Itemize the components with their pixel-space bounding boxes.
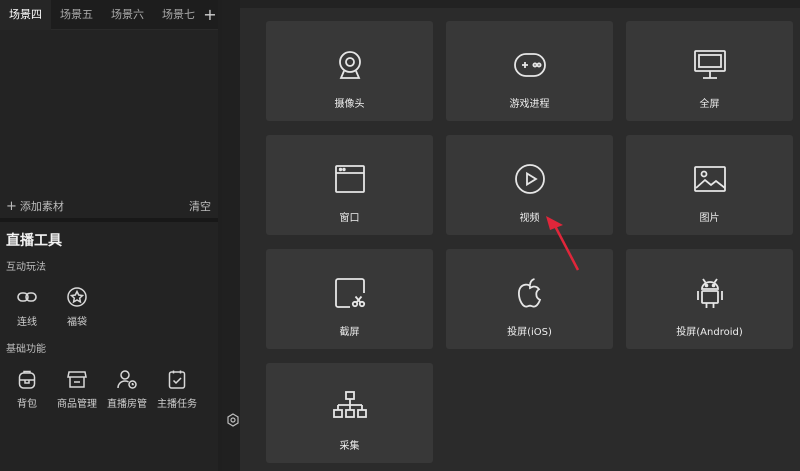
source-label: 截屏 [339,327,360,338]
tab-scene-6[interactable]: 场景六 [102,0,153,30]
task-icon [165,367,189,391]
android-icon [690,273,730,313]
tool-product-management[interactable]: 商品管理 [52,367,102,410]
plus-icon: + [6,198,17,214]
top-bar [240,0,800,8]
source-label: 图片 [699,213,720,224]
source-card-capture[interactable]: 采集 [266,363,433,463]
link-icon [15,285,39,309]
tab-scene-4[interactable]: 场景四 [0,0,51,30]
left-panel: 场景四 场景五 场景六 场景七 + + 添加素材 清空 直播工具 互动玩法 连线 [0,0,218,471]
scene-tabs: 场景四 场景五 场景六 场景七 + [0,0,218,30]
add-scene-button[interactable]: + [202,5,218,24]
store-icon [65,367,89,391]
source-card-cast-android[interactable]: 投屏(Android) [626,249,793,349]
scene-footer: + 添加素材 清空 [0,195,218,217]
hexagon-settings-icon[interactable] [226,413,240,427]
add-material-label: 添加素材 [19,200,64,213]
source-card-window[interactable]: 窗口 [266,135,433,235]
source-label: 采集 [339,441,360,452]
live-tools-title: 直播工具 [6,233,62,249]
tool-anchor-task[interactable]: 主播任务 [152,367,202,410]
scene-material-area [0,30,218,194]
window-icon [330,159,370,199]
tool-backpack[interactable]: 背包 [2,367,52,410]
source-label: 投屏(iOS) [507,327,552,338]
basic-section-label: 基础功能 [6,344,46,355]
crop-icon [330,273,370,313]
tab-scene-7[interactable]: 场景七 [153,0,204,30]
source-label: 视频 [519,213,540,224]
source-label: 窗口 [339,213,360,224]
star-bag-icon [65,285,89,309]
source-card-game[interactable]: 游戏进程 [446,21,613,121]
source-label: 游戏进程 [509,99,550,110]
panel-collapse-strip [222,0,240,471]
source-card-screenshot[interactable]: 截屏 [266,249,433,349]
source-label: 全屏 [699,99,720,110]
live-tools-panel: 直播工具 互动玩法 连线 福袋 基础功能 背包 商品管理 直播房管 主播任务 [0,222,218,471]
play-icon [510,159,550,199]
source-card-video[interactable]: 视频 [446,135,613,235]
backpack-icon [15,367,39,391]
interactive-section-label: 互动玩法 [6,262,46,273]
webcam-icon [330,45,370,85]
user-admin-icon [115,367,139,391]
tool-label: 主播任务 [157,399,197,410]
source-card-cast-ios[interactable]: 投屏(iOS) [446,249,613,349]
source-label: 投屏(Android) [676,327,743,338]
source-card-webcam[interactable]: 摄像头 [266,21,433,121]
apple-icon [510,273,550,313]
tool-link[interactable]: 连线 [2,285,52,328]
network-icon [330,387,370,427]
clear-button[interactable]: 清空 [189,198,211,214]
source-card-fullscreen[interactable]: 全屏 [626,21,793,121]
image-icon [690,159,730,199]
tool-room-admin[interactable]: 直播房管 [102,367,152,410]
interactive-tools-row: 连线 福袋 [0,285,218,328]
tool-label: 直播房管 [107,399,147,410]
monitor-icon [690,45,730,85]
basic-tools-row: 背包 商品管理 直播房管 主播任务 [0,367,218,410]
tab-scene-5[interactable]: 场景五 [51,0,102,30]
add-material-button[interactable]: + 添加素材 [6,198,64,214]
source-picker: 摄像头 游戏进程 全屏 窗口 视频 图片 截屏 投屏(iOS) 投屏(Andro… [240,0,800,471]
tool-label: 连线 [17,317,37,328]
tool-label: 福袋 [67,317,87,328]
tool-label: 商品管理 [57,399,97,410]
tool-lucky-bag[interactable]: 福袋 [52,285,102,328]
tool-label: 背包 [17,399,37,410]
source-card-image[interactable]: 图片 [626,135,793,235]
source-label: 摄像头 [334,99,365,110]
gamepad-icon [510,45,550,85]
